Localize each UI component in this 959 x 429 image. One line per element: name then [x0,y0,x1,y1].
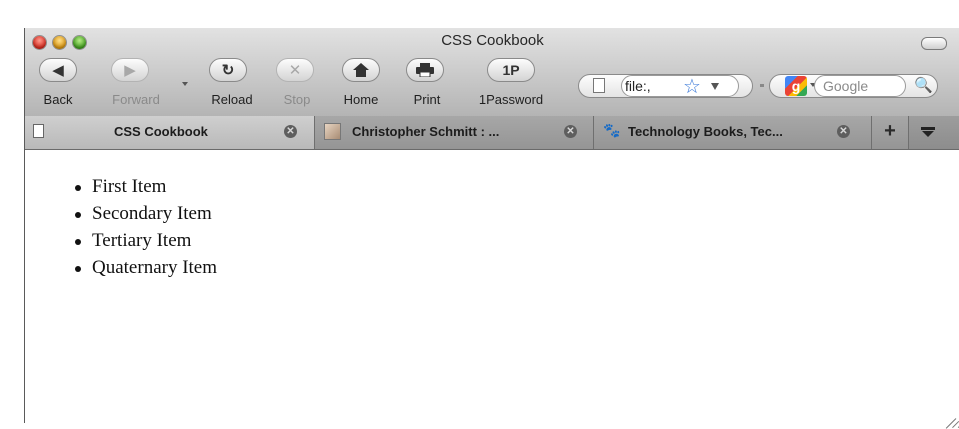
toolbar-toggle-button[interactable] [921,37,947,50]
reload-button[interactable]: ↻ [209,58,247,82]
url-text[interactable]: file:, [625,78,651,94]
printer-icon [416,63,434,77]
page-icon [593,78,605,93]
list-item: First Item [75,173,217,200]
search-icon[interactable]: 🔍 [914,76,933,94]
tab-technology-books[interactable]: 🐾 Technology Books, Tec... ✕ [594,116,872,149]
back-label: Back [43,92,73,107]
browser-chrome: CSS Cookbook ◀ Back ▶ Forward ↻ Reload ✕… [25,28,959,117]
tab-bar: CSS Cookbook ✕ Christopher Schmitt : ...… [25,116,959,150]
tab-close-icon[interactable]: ✕ [284,125,297,138]
print-label: Print [413,92,441,107]
stop-x-icon: ✕ [288,62,302,79]
resize-grip-icon[interactable] [943,406,959,429]
bullet-list: First Item Secondary Item Tertiary Item … [75,173,217,281]
google-logo-icon[interactable]: g [785,76,807,96]
new-tab-button[interactable]: + [872,116,909,149]
page-content: First Item Secondary Item Tertiary Item … [25,150,959,429]
stop-button[interactable]: ✕ [276,58,314,82]
home-label: Home [343,92,379,107]
back-arrow-icon: ◀ [52,62,64,79]
menu-bar-icon [921,127,935,130]
page-icon [33,124,44,138]
onepassword-button[interactable]: 1P [487,58,535,82]
tab-label: Technology Books, Tec... [628,124,783,139]
tab-css-cookbook[interactable]: CSS Cookbook ✕ [25,116,315,149]
search-placeholder: Google [823,78,869,94]
tab-overflow-menu[interactable] [909,116,959,149]
tab-christopher-schmitt[interactable]: Christopher Schmitt : ... ✕ [315,116,594,149]
home-icon [353,63,369,77]
animal-favicon-icon: 🐾 [603,122,621,138]
tab-label: CSS Cookbook [114,124,208,139]
print-button[interactable] [406,58,444,82]
forward-button[interactable]: ▶ [111,58,149,82]
stop-label: Stop [283,92,311,107]
tab-close-icon[interactable]: ✕ [837,125,850,138]
window-title: CSS Cookbook [441,32,544,49]
address-dropdown-icon[interactable] [711,83,719,90]
tab-close-icon[interactable]: ✕ [564,125,577,138]
photo-thumbnail-icon [324,123,341,140]
onepassword-label: 1Password [478,92,544,107]
toolbar-separator [760,84,764,87]
browser-window: CSS Cookbook ◀ Back ▶ Forward ↻ Reload ✕… [24,28,959,429]
forward-label: Forward [112,92,160,107]
list-item: Secondary Item [75,200,217,227]
reload-icon: ↻ [221,62,235,79]
onepassword-icon: 1P [502,62,520,78]
forward-arrow-icon: ▶ [124,62,136,79]
chevron-down-icon [922,131,934,137]
home-button[interactable] [342,58,380,82]
history-dropdown-icon[interactable] [182,82,188,86]
bookmark-star-icon[interactable]: ☆ [683,74,701,99]
list-item: Quaternary Item [75,254,217,281]
back-button[interactable]: ◀ [39,58,77,82]
reload-label: Reload [211,92,253,107]
tab-label: Christopher Schmitt : ... [352,124,500,139]
list-item: Tertiary Item [75,227,217,254]
